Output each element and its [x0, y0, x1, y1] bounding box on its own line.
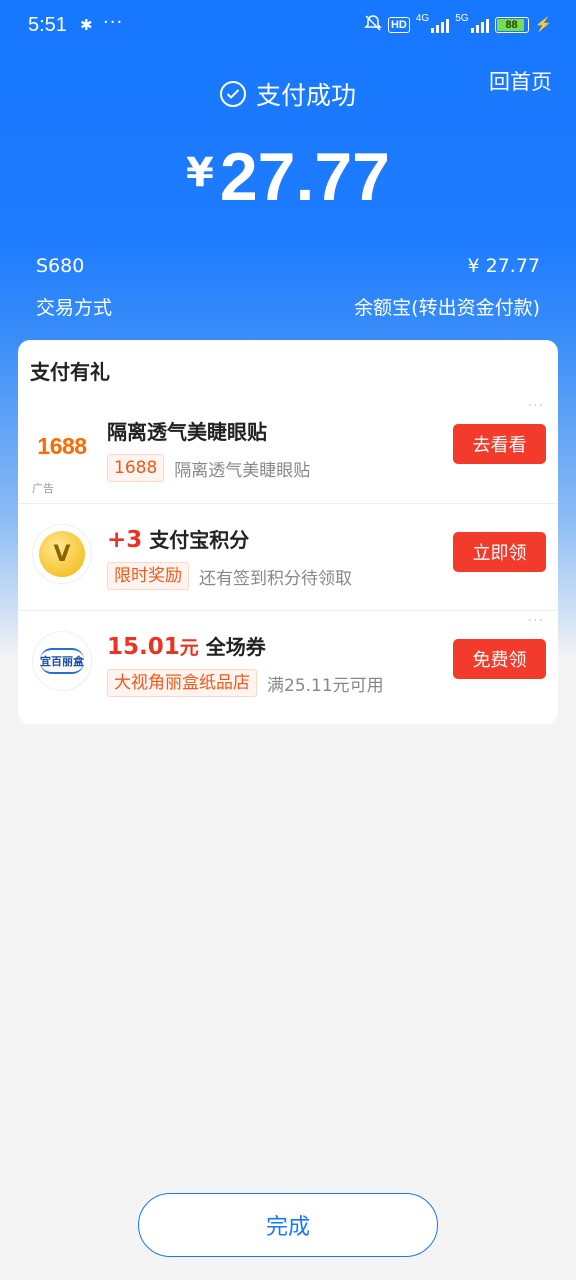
more-options-icon[interactable]: ···	[528, 613, 544, 629]
points-title: 支付宝积分	[149, 528, 250, 552]
status-bar: 5:51 ✱ ··· HD 4G 5G 88 ⚡	[0, 0, 576, 56]
check-circle-icon	[219, 81, 246, 107]
rewards-card: 支付有礼 ··· 1688 广告 隔离透气美睫眼贴 1688 隔离透气美睫眼贴 …	[18, 340, 558, 724]
hd-icon: HD	[387, 16, 410, 33]
logo-1688: 1688	[32, 416, 92, 476]
shop-tag: 大视角丽盒纸品店	[107, 669, 257, 697]
done-button[interactable]: 完成	[138, 1193, 438, 1257]
charging-icon: ⚡	[534, 16, 552, 32]
reward-title: 15.01元 全场券	[107, 631, 266, 660]
mute-bell-icon	[364, 14, 382, 35]
coupon-unit: 元	[179, 637, 199, 659]
reward-item-points[interactable]: V +3 支付宝积分 限时奖励 还有签到积分待领取 立即领	[18, 503, 558, 610]
battery-level: 88	[505, 18, 518, 31]
coin-icon: V	[39, 531, 85, 577]
status-time: 5:51	[28, 14, 67, 36]
reward-subtitle: 1688 隔离透气美睫眼贴	[107, 454, 310, 482]
merchant-amount: ¥ 27.77	[467, 255, 540, 277]
shop-logo: 宜百丽盒	[32, 631, 92, 691]
reward-tag: 限时奖励	[107, 562, 189, 590]
payment-amount: ¥27.77	[0, 138, 576, 216]
shop-logo-mark: 宜百丽盒	[40, 648, 84, 674]
free-claim-button[interactable]: 免费领	[453, 639, 546, 679]
network-type-1: 4G	[415, 13, 430, 24]
payment-method-value: 余额宝(转出资金付款)	[354, 297, 540, 319]
status-icons: HD 4G 5G 88 ⚡	[364, 13, 552, 35]
coupon-condition: 满25.11元可用	[267, 675, 384, 696]
coupon-title: 全场券	[205, 635, 266, 659]
payment-method-label: 交易方式	[36, 297, 113, 319]
signal-icon	[470, 17, 489, 33]
battery-icon: 88	[494, 16, 529, 33]
network-type-2: 5G	[455, 13, 469, 24]
reward-title: 隔离透气美睫眼贴	[107, 420, 267, 444]
reward-item-ad[interactable]: ··· 1688 广告 隔离透气美睫眼贴 1688 隔离透气美睫眼贴 去看看	[18, 396, 558, 503]
reward-item-coupon[interactable]: ··· 宜百丽盒 15.01元 全场券 大视角丽盒纸品店 满25.11元可用 免…	[18, 610, 558, 717]
reward-subtitle: 限时奖励 还有签到积分待领取	[107, 562, 352, 590]
signal-icon	[431, 17, 450, 33]
reward-subtitle: 大视角丽盒纸品店 满25.11元可用	[107, 669, 384, 697]
ad-label: 广告	[32, 482, 54, 495]
reward-tag: 1688	[107, 454, 165, 482]
rewards-title: 支付有礼	[30, 360, 110, 384]
merchant-name: S680	[36, 255, 85, 277]
coupon-value: 15.01	[107, 634, 180, 660]
payment-method-row: 交易方式 余额宝(转出资金付款)	[36, 293, 540, 320]
bluetooth-icon: ✱	[80, 16, 93, 34]
reward-title: +3 支付宝积分	[107, 524, 249, 553]
amount-value: 27.77	[219, 139, 390, 215]
merchant-row: S680 ¥ 27.77	[36, 255, 540, 277]
currency-symbol: ¥	[185, 150, 214, 196]
points-logo: V	[32, 524, 92, 584]
payment-success-title: 支付成功	[0, 76, 576, 112]
points-amount: +3	[107, 527, 143, 553]
reward-desc: 隔离透气美睫眼贴	[174, 460, 311, 481]
claim-now-button[interactable]: 立即领	[453, 532, 546, 572]
more-notifications-icon: ···	[103, 12, 124, 33]
reward-desc: 还有签到积分待领取	[199, 568, 352, 589]
success-text: 支付成功	[255, 81, 356, 110]
more-options-icon[interactable]: ···	[528, 398, 544, 414]
coupon-amount: 15.01元	[107, 634, 199, 660]
go-see-button[interactable]: 去看看	[453, 424, 546, 464]
